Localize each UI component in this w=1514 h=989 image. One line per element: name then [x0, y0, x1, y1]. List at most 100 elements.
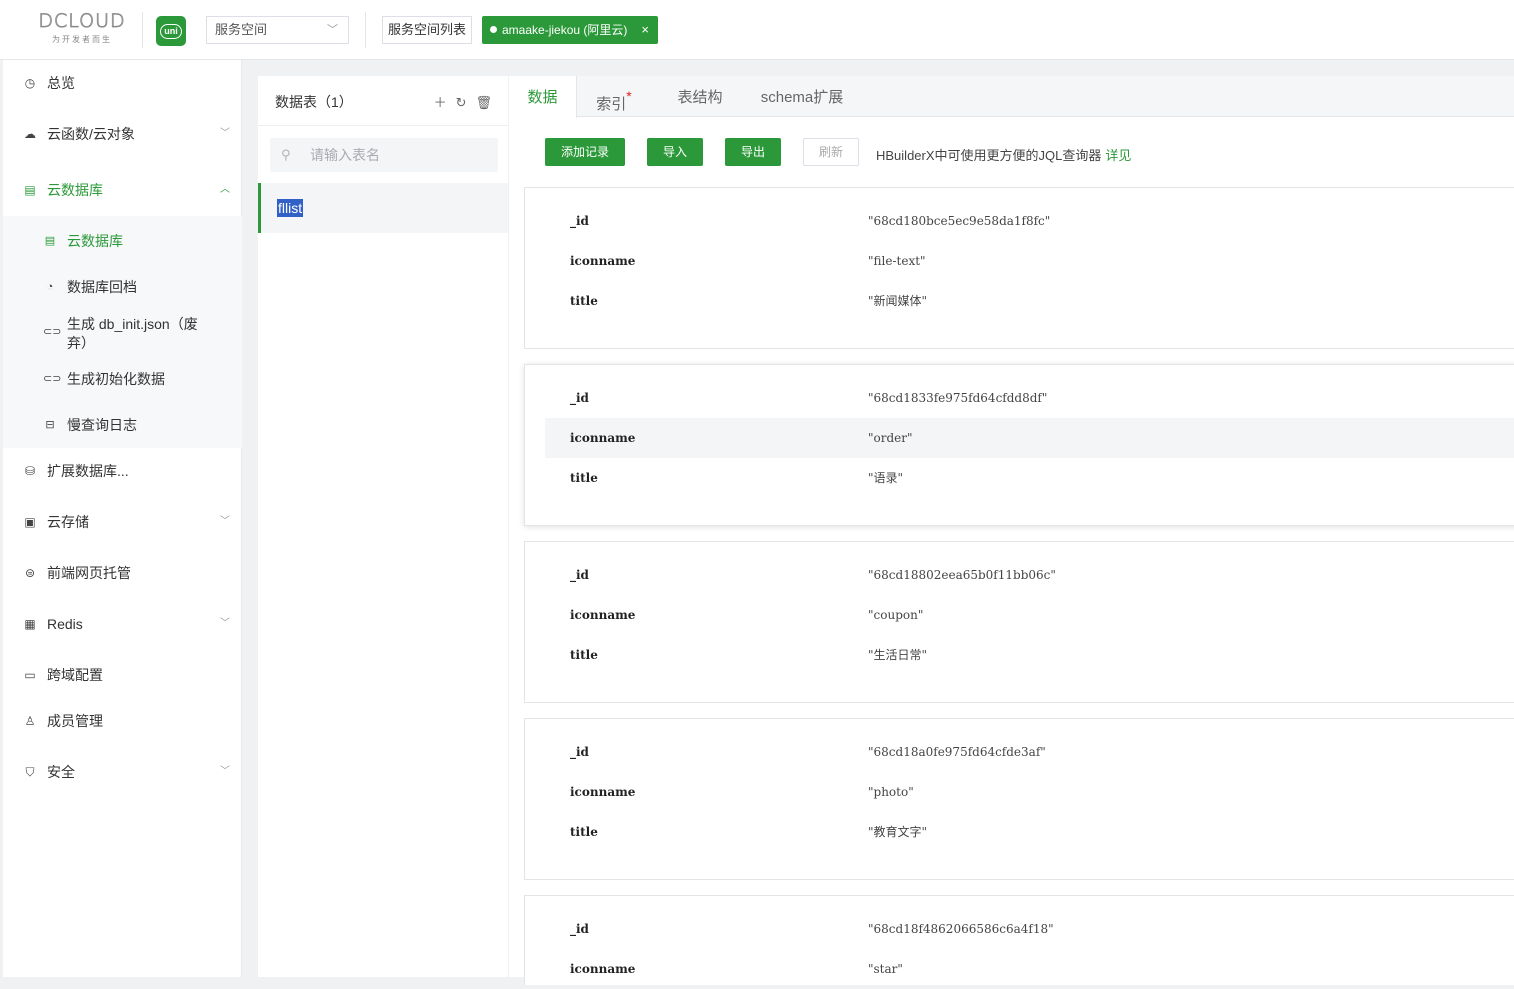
record-card[interactable]: _id "68cd18a0fe975fd64cfde3af" iconname "p…	[524, 718, 1514, 880]
field-key: iconname	[570, 785, 636, 799]
field-value[interactable]: "68cd1833fe975fd64cfdd8df"	[868, 378, 1047, 418]
import-button[interactable]: 导入	[647, 138, 703, 166]
record-card[interactable]: _id "68cd180bce5ec9e58da1f8fc" iconname "f…	[524, 187, 1514, 349]
sidebar-item-ext-db[interactable]: ⛁ 扩展数据库...	[3, 456, 242, 486]
sidebar-item-security[interactable]: ⛉ 安全 ﹀	[3, 757, 242, 787]
sidebar-item-cloud-function[interactable]: ☁ 云函数/云对象 ﹀	[3, 119, 242, 149]
field-value[interactable]: "68cd18a0fe975fd64cfde3af"	[868, 732, 1046, 772]
sidebar-item-storage[interactable]: ▣ 云存储 ﹀	[3, 507, 242, 537]
field-value[interactable]: "68cd18802eea65b0f11bb06c"	[868, 555, 1056, 595]
chevron-down-icon: ﹀	[220, 128, 230, 139]
details-link[interactable]: 详见	[1105, 148, 1131, 163]
dcloud-logo[interactable]: DCLOUD 为开发者而生	[30, 10, 134, 50]
required-marker: *	[626, 88, 632, 104]
add-icon[interactable]: ＋	[434, 95, 447, 110]
tab-schema-ext[interactable]: schema扩展	[757, 76, 847, 117]
field-row: iconname "photo"	[545, 772, 1514, 812]
field-value[interactable]: "语录"	[868, 458, 903, 498]
field-key: iconname	[570, 431, 636, 445]
field-key: title	[570, 294, 598, 308]
sidebar-subitem-label: 数据库回档	[67, 279, 137, 295]
sidebar-item-cloud-db[interactable]: ▤ 云数据库 ︿	[3, 175, 242, 205]
sidebar-item-label: 成员管理	[47, 713, 103, 729]
space-select-value: 服务空间	[215, 22, 268, 37]
shield-icon: ⛉	[25, 765, 35, 779]
table-search-input[interactable]: ⚲ 请输入表名	[270, 138, 498, 172]
field-row: title "生活日常"	[545, 635, 1514, 675]
field-row: _id "68cd180bce5ec9e58da1f8fc"	[545, 201, 1514, 241]
sidebar-subitem-label: 生成初始化数据	[67, 371, 165, 387]
sidebar-item-label: 安全	[47, 764, 75, 780]
hint-text: HBuilderX中可使用更方便的JQL查询器	[876, 148, 1102, 163]
uni-logo-icon[interactable]: uni	[156, 16, 186, 46]
log-icon: ⊟	[45, 419, 55, 431]
field-row: title "教育文字"	[545, 812, 1514, 852]
field-key: iconname	[570, 608, 636, 622]
tab-data[interactable]: 数据	[509, 76, 577, 118]
chevron-down-icon: ﹀	[220, 618, 230, 629]
chevron-down-icon: ﹀	[220, 766, 230, 777]
space-list-button[interactable]: 服务空间列表	[382, 16, 472, 44]
field-row: iconname "star"	[545, 949, 1514, 989]
sidebar-item-label: 云存储	[47, 514, 89, 530]
tables-title: 数据表（1）	[275, 94, 353, 110]
field-key: title	[570, 648, 598, 662]
field-value[interactable]: "file-text"	[868, 241, 926, 281]
header-divider	[142, 12, 143, 48]
field-value[interactable]: "教育文字"	[868, 812, 927, 852]
export-button[interactable]: 导出	[725, 138, 781, 166]
sidebar: ◷ 总览 ☁ 云函数/云对象 ﹀ ▤ 云数据库 ︿ ▤ 云数据库 ◔ 数据库回档…	[3, 60, 242, 977]
tables-toolbar: ＋ ↻ 🗑	[425, 92, 492, 111]
sidebar-item-members[interactable]: ♙ 成员管理	[3, 706, 242, 736]
sidebar-item-overview[interactable]: ◷ 总览	[3, 68, 242, 98]
delete-icon[interactable]: 🗑	[475, 95, 492, 110]
field-value[interactable]: "生活日常"	[868, 635, 927, 675]
space-select[interactable]: 服务空间 ﹀	[206, 16, 349, 44]
cors-icon: ▭	[24, 668, 36, 682]
tab-structure[interactable]: 表结构	[671, 76, 729, 117]
chevron-down-icon: ﹀	[327, 24, 338, 36]
field-row: title "语录"	[545, 458, 1514, 498]
logo-tagline: 为开发者而生	[52, 35, 112, 44]
refresh-button[interactable]: 刷新	[803, 138, 859, 166]
sidebar-item-cors[interactable]: ▭ 跨域配置	[3, 660, 242, 690]
sidebar-item-hosting[interactable]: ⊜ 前端网页托管	[3, 558, 242, 588]
sidebar-subitem-label: 慢查询日志	[67, 417, 137, 433]
field-row: _id "68cd18f4862066586c6a4f18"	[545, 909, 1514, 949]
close-icon[interactable]: ×	[641, 16, 649, 44]
env-tag[interactable]: amaake-jiekou (阿里云) ×	[482, 16, 658, 44]
record-card[interactable]: _id "68cd18f4862066586c6a4f18" iconname "s…	[524, 895, 1514, 985]
field-value[interactable]: "68cd180bce5ec9e58da1f8fc"	[868, 201, 1050, 241]
field-value[interactable]: "coupon"	[868, 595, 923, 635]
refresh-icon[interactable]: ↻	[456, 95, 467, 110]
field-value[interactable]: "order"	[868, 418, 913, 458]
dashboard-icon: ◷	[24, 76, 36, 90]
field-key: _id	[570, 568, 589, 582]
field-key: _id	[570, 391, 589, 405]
field-key: iconname	[570, 254, 636, 268]
field-row: iconname "file-text"	[545, 241, 1514, 281]
tab-index-label: 索引	[596, 96, 627, 113]
sidebar-item-redis[interactable]: ▦ Redis ﹀	[3, 609, 242, 639]
database-icon: ▤	[24, 183, 36, 197]
redis-icon: ▦	[24, 617, 36, 631]
chevron-up-icon: ︿	[220, 184, 230, 195]
tab-index[interactable]: 索引*	[587, 76, 641, 117]
field-value[interactable]: "star"	[868, 949, 903, 989]
field-value[interactable]: "新闻媒体"	[868, 281, 927, 321]
divider	[258, 125, 508, 126]
field-value[interactable]: "photo"	[868, 772, 914, 812]
add-record-button[interactable]: 添加记录	[545, 138, 625, 166]
search-icon: ⚲	[281, 147, 291, 162]
field-row: iconname "order"	[545, 418, 1514, 458]
table-list-item[interactable]: fllist	[258, 183, 508, 233]
sidebar-item-label: Redis	[47, 616, 83, 632]
record-card[interactable]: _id "68cd18802eea65b0f11bb06c" iconname "c…	[524, 541, 1514, 703]
field-row: iconname "coupon"	[545, 595, 1514, 635]
sidebar-item-label: 跨域配置	[47, 667, 103, 683]
sidebar-item-label: 总览	[47, 75, 75, 91]
record-card[interactable]: _id "68cd1833fe975fd64cfdd8df" iconname "o…	[524, 364, 1514, 526]
field-key: title	[570, 825, 598, 839]
field-value[interactable]: "68cd18f4862066586c6a4f18"	[868, 909, 1054, 949]
field-row: _id "68cd1833fe975fd64cfdd8df"	[545, 378, 1514, 418]
